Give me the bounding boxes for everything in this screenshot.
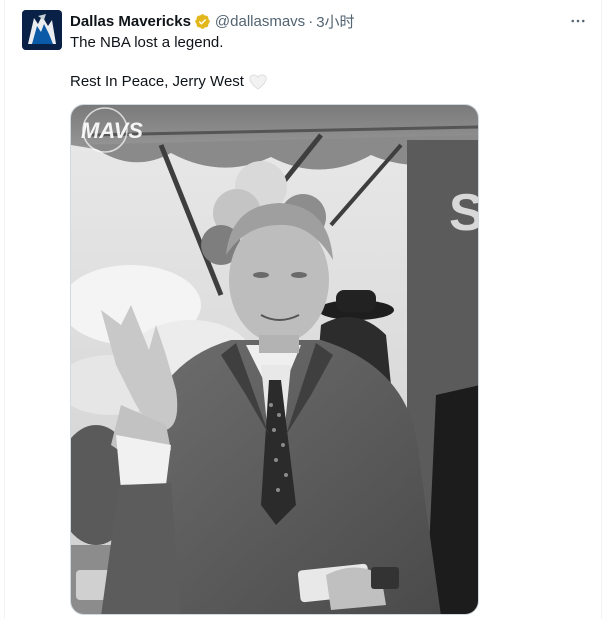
more-horizontal-icon <box>571 19 585 23</box>
tweet-text-line-2: Rest In Peace, Jerry West <box>70 72 267 92</box>
tweet-photo[interactable]: S <box>70 104 479 615</box>
tweet-text-rest-in-peace: Rest In Peace, Jerry West <box>70 73 244 90</box>
mavs-watermark: MAVS <box>81 118 143 143</box>
jerry-west-photo: S <box>71 105 479 614</box>
tweet-text-line-1: The NBA lost a legend. <box>70 34 224 51</box>
white-heart-icon <box>249 74 267 90</box>
banner-letter: S <box>449 184 479 242</box>
mavericks-logo-icon <box>22 10 62 50</box>
verified-badge-icon <box>194 13 211 30</box>
tweet-header: Dallas Mavericks @dallasmavs · 3小时 <box>70 11 355 31</box>
tweet[interactable]: Dallas Mavericks @dallasmavs · 3小时 The N… <box>0 0 605 619</box>
separator-dot: · <box>308 12 314 30</box>
more-options-button[interactable] <box>568 11 588 31</box>
timestamp[interactable]: 3小时 <box>316 11 354 32</box>
author-name[interactable]: Dallas Mavericks <box>70 13 191 30</box>
avatar[interactable] <box>22 10 62 50</box>
author-handle[interactable]: @dallasmavs <box>215 13 305 30</box>
